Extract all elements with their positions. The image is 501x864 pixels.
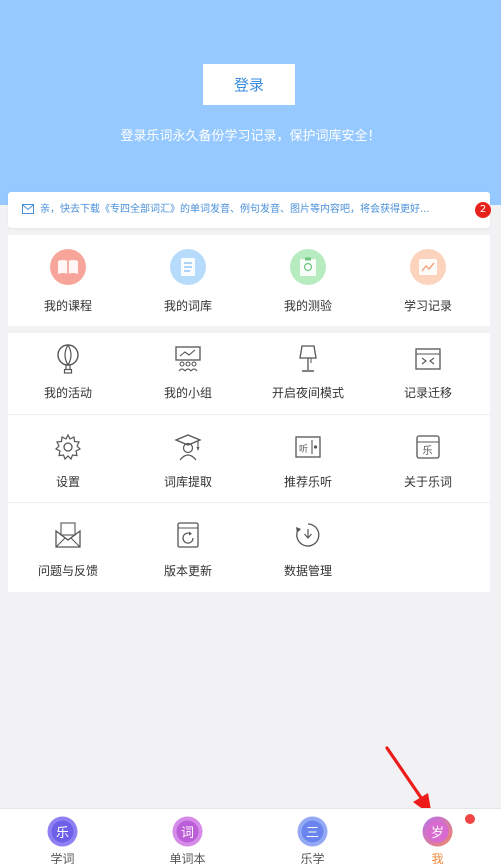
menu-label: 关于乐词 <box>403 475 452 489</box>
menu-feedback[interactable]: 问题与反馈 <box>8 503 128 592</box>
menu-version-update[interactable]: 版本更新 <box>128 503 248 592</box>
menu-label: 开启夜间模式 <box>271 386 344 400</box>
menu-label: 我的小组 <box>163 386 212 400</box>
menu-my-wordbank[interactable]: 我的词库 <box>128 235 248 326</box>
menu-study-record[interactable]: 学习记录 <box>368 235 488 326</box>
menu-label: 数据管理 <box>283 564 332 578</box>
menu-label: 设置 <box>55 475 80 489</box>
svg-text:词: 词 <box>181 826 194 841</box>
svg-text:三: 三 <box>306 826 319 841</box>
mail-icon <box>22 204 34 214</box>
svg-text:听: 听 <box>299 444 308 455</box>
menu-label: 我的活动 <box>43 386 92 400</box>
test-icon <box>290 249 326 285</box>
update-icon <box>170 517 206 553</box>
menu-label: 我的测验 <box>283 299 332 313</box>
menu-label: 记录迁移 <box>403 386 452 400</box>
menu-my-group[interactable]: 我的小组 <box>128 333 248 414</box>
wordbank-icon <box>170 249 206 285</box>
login-button[interactable]: 登录 <box>203 64 295 105</box>
menu-record-migration[interactable]: 记录迁移 <box>368 333 488 414</box>
notice-text: 亲，快去下载《专四全部词汇》的单词发音、例句发音、图片等内容吧，将会获得更好..… <box>40 204 430 215</box>
notification-dot <box>465 814 475 824</box>
svg-text:乐: 乐 <box>423 445 433 457</box>
graduate-icon <box>170 429 206 465</box>
menu-night-mode[interactable]: 开启夜间模式 <box>248 333 368 414</box>
me-icon: 岁 <box>422 816 453 847</box>
book-icon <box>50 249 86 285</box>
menu-label: 学习记录 <box>403 299 452 313</box>
chart-icon <box>410 249 446 285</box>
migrate-icon <box>410 341 446 377</box>
menu-label: 我的课程 <box>43 299 92 313</box>
learn-words-icon: 乐 <box>47 816 78 847</box>
group-icon <box>170 341 206 377</box>
menu-my-courses[interactable]: 我的课程 <box>8 235 128 326</box>
login-tip: 登录乐词永久备份学习记录，保护词库安全！ <box>120 129 381 144</box>
tab-learn-words[interactable]: 乐 学词 <box>0 809 125 864</box>
tab-fun-learn[interactable]: 三 乐学 <box>250 809 375 864</box>
tab-label: 学词 <box>50 852 75 864</box>
menu-label: 推荐乐听 <box>283 475 332 489</box>
lamp-icon <box>290 341 326 377</box>
menu-recommend-listen[interactable]: 听 推荐乐听 <box>248 415 368 502</box>
menu-about[interactable]: 乐 关于乐词 <box>368 415 488 502</box>
about-icon: 乐 <box>410 429 446 465</box>
menu-settings[interactable]: 设置 <box>8 415 128 502</box>
header-banner: 登录 登录乐词永久备份学习记录，保护词库安全！ <box>0 0 501 205</box>
tab-wordbook[interactable]: 词 单词本 <box>125 809 250 864</box>
svg-text:岁: 岁 <box>431 826 444 841</box>
menu-my-tests[interactable]: 我的测验 <box>248 235 368 326</box>
menu-wordbank-extract[interactable]: 词库提取 <box>128 415 248 502</box>
balloon-icon <box>50 341 86 377</box>
notice-badge: 2 <box>475 202 491 218</box>
menu-data-management[interactable]: 数据管理 <box>248 503 368 592</box>
menu-label: 问题与反馈 <box>37 564 98 578</box>
tab-label: 我 <box>431 852 444 864</box>
tab-me[interactable]: 岁 我 <box>375 809 500 864</box>
menu-label: 版本更新 <box>163 564 212 578</box>
wordbook-icon: 词 <box>172 816 203 847</box>
notice-bar[interactable]: 亲，快去下载《专四全部词汇》的单词发音、例句发音、图片等内容吧，将会获得更好..… <box>8 192 491 228</box>
tab-label: 乐学 <box>300 852 325 864</box>
radio-icon: 听 <box>290 429 326 465</box>
menu-label: 词库提取 <box>163 475 212 489</box>
main-menu: 我的课程 我的词库 我的测验 学习记录 <box>8 235 490 326</box>
menu-my-activities[interactable]: 我的活动 <box>8 333 128 414</box>
data-icon <box>290 517 326 553</box>
fun-learn-icon: 三 <box>297 816 328 847</box>
bottom-tab-bar: 乐 学词 词 单词本 三 乐学 岁 我 <box>0 808 501 864</box>
svg-text:乐: 乐 <box>56 826 69 841</box>
tab-label: 单词本 <box>169 852 206 864</box>
envelope-icon <box>50 517 86 553</box>
gear-icon <box>50 429 86 465</box>
more-menu: 我的活动 我的小组 开启夜间模式 记录迁移 设置 词库提取 听 推荐乐听 乐 关… <box>8 333 490 592</box>
menu-label: 我的词库 <box>163 299 212 313</box>
